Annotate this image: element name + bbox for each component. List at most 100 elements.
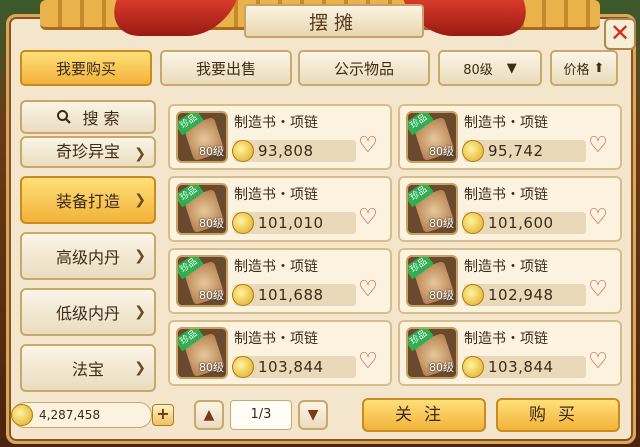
- item-level: 80级: [429, 145, 454, 158]
- price-sort-button[interactable]: 价格 ⬆: [550, 50, 618, 86]
- search-label: 搜 索: [82, 109, 120, 128]
- item-card[interactable]: 珍品 80级 制造书・项链 103,844 ♡: [168, 320, 392, 386]
- item-level: 80级: [429, 289, 454, 302]
- item-level: 80级: [429, 217, 454, 230]
- price-sort-label: 价格: [563, 62, 590, 78]
- item-icon: 珍品 80级: [406, 183, 458, 235]
- chevron-right-icon: ❯: [134, 304, 146, 320]
- item-icon: 珍品 80级: [176, 327, 228, 379]
- item-name: 制造书・项链: [234, 187, 318, 203]
- heart-icon[interactable]: ♡: [356, 206, 380, 230]
- search-button[interactable]: 搜 索: [20, 100, 156, 134]
- item-card[interactable]: 珍品 80级 制造书・项链 101,600 ♡: [398, 176, 622, 242]
- level-filter-label: 80级: [463, 62, 493, 78]
- coin-icon: [462, 356, 484, 378]
- next-page-button[interactable]: ▼: [298, 400, 328, 430]
- item-card[interactable]: 珍品 80级 制造书・项链 102,948 ♡: [398, 248, 622, 314]
- item-icon: 珍品 80级: [176, 255, 228, 307]
- heart-icon[interactable]: ♡: [586, 278, 610, 302]
- buy-button[interactable]: 购买: [496, 398, 620, 432]
- coin-icon: [462, 284, 484, 306]
- money-display: 4,287,458: [11, 402, 152, 428]
- item-icon: 珍品 80级: [406, 111, 458, 163]
- chevron-right-icon: ❯: [134, 192, 146, 208]
- add-money-button[interactable]: +: [152, 404, 174, 426]
- top-tabs: 我要购买 我要出售 公示物品 80级 ▼ 价格 ⬆: [20, 50, 620, 86]
- item-level: 80级: [199, 145, 224, 158]
- chevron-right-icon: ❯: [134, 146, 146, 162]
- item-name: 制造书・项链: [464, 259, 548, 275]
- item-card[interactable]: 珍品 80级 制造书・项链 101,010 ♡: [168, 176, 392, 242]
- item-price: 103,844: [488, 358, 554, 376]
- item-level: 80级: [199, 289, 224, 302]
- prev-page-button[interactable]: ▲: [194, 400, 224, 430]
- money-value: 4,287,458: [39, 408, 101, 422]
- sidebar-item-crafting[interactable]: 装备打造 ❯: [20, 176, 156, 224]
- item-name: 制造书・项链: [234, 259, 318, 275]
- window-title: 摆摊: [244, 4, 424, 38]
- price-bar: 101,688: [232, 284, 356, 306]
- sidebar-item-fabao[interactable]: 法宝 ❯: [20, 344, 156, 392]
- sidebar-item-treasures[interactable]: 奇珍异宝 ❯: [20, 136, 156, 168]
- item-level: 80级: [199, 361, 224, 374]
- heart-icon[interactable]: ♡: [356, 134, 380, 158]
- price-bar: 103,844: [232, 356, 356, 378]
- coin-icon: [232, 284, 254, 306]
- plus-icon: +: [156, 404, 170, 423]
- item-name: 制造书・项链: [464, 115, 548, 131]
- price-bar: 102,948: [462, 284, 586, 306]
- close-icon: ✕: [609, 19, 631, 47]
- follow-button[interactable]: 关注: [362, 398, 486, 432]
- item-name: 制造书・项链: [234, 331, 318, 347]
- item-level: 80级: [199, 217, 224, 230]
- item-card[interactable]: 珍品 80级 制造书・项链 93,808 ♡: [168, 104, 392, 170]
- item-icon: 珍品 80级: [406, 327, 458, 379]
- heart-icon[interactable]: ♡: [586, 206, 610, 230]
- sidebar-item-low-neidan[interactable]: 低级内丹 ❯: [20, 288, 156, 336]
- page-indicator: 1/3: [230, 400, 292, 430]
- chevron-down-icon: ▼: [307, 407, 319, 423]
- coin-icon: [11, 404, 33, 426]
- item-icon: 珍品 80级: [176, 111, 228, 163]
- item-price: 101,010: [258, 214, 324, 232]
- item-price: 93,808: [258, 142, 314, 160]
- price-bar: 101,010: [232, 212, 356, 234]
- heart-icon[interactable]: ♡: [586, 134, 610, 158]
- level-filter[interactable]: 80级 ▼: [438, 50, 542, 86]
- chevron-right-icon: ❯: [134, 360, 146, 376]
- item-card[interactable]: 珍品 80级 制造书・项链 95,742 ♡: [398, 104, 622, 170]
- item-name: 制造书・项链: [234, 115, 318, 131]
- item-card[interactable]: 珍品 80级 制造书・项链 101,688 ♡: [168, 248, 392, 314]
- item-price: 95,742: [488, 142, 544, 160]
- heart-icon[interactable]: ♡: [586, 350, 610, 374]
- coin-icon: [232, 212, 254, 234]
- arrow-up-icon: ⬆: [593, 60, 605, 76]
- tab-sell[interactable]: 我要出售: [160, 50, 292, 86]
- item-name: 制造书・项链: [464, 331, 548, 347]
- price-bar: 103,844: [462, 356, 586, 378]
- sidebar-item-label: 低级内丹: [55, 304, 120, 323]
- triangle-down-icon: ▼: [506, 60, 517, 76]
- close-button[interactable]: ✕: [604, 18, 636, 50]
- coin-icon: [232, 356, 254, 378]
- item-card[interactable]: 珍品 80级 制造书・项链 103,844 ♡: [398, 320, 622, 386]
- chevron-right-icon: ❯: [134, 248, 146, 264]
- price-bar: 101,600: [462, 212, 586, 234]
- item-price: 103,844: [258, 358, 324, 376]
- item-price: 101,688: [258, 286, 324, 304]
- item-icon: 珍品 80级: [406, 255, 458, 307]
- coin-icon: [232, 140, 254, 162]
- heart-icon[interactable]: ♡: [356, 278, 380, 302]
- price-bar: 95,742: [462, 140, 586, 162]
- heart-icon[interactable]: ♡: [356, 350, 380, 374]
- item-level: 80级: [429, 361, 454, 374]
- tab-buy[interactable]: 我要购买: [20, 50, 152, 86]
- item-name: 制造书・项链: [464, 187, 548, 203]
- price-bar: 93,808: [232, 140, 356, 162]
- bottom-bar: 4,287,458 + ▲ 1/3 ▼ 关注 购买: [0, 396, 640, 440]
- tab-public[interactable]: 公示物品: [298, 50, 430, 86]
- sidebar-item-high-neidan[interactable]: 高级内丹 ❯: [20, 232, 156, 280]
- coin-icon: [462, 140, 484, 162]
- search-icon: [57, 110, 72, 124]
- sidebar-item-label: 奇珍异宝: [55, 142, 120, 161]
